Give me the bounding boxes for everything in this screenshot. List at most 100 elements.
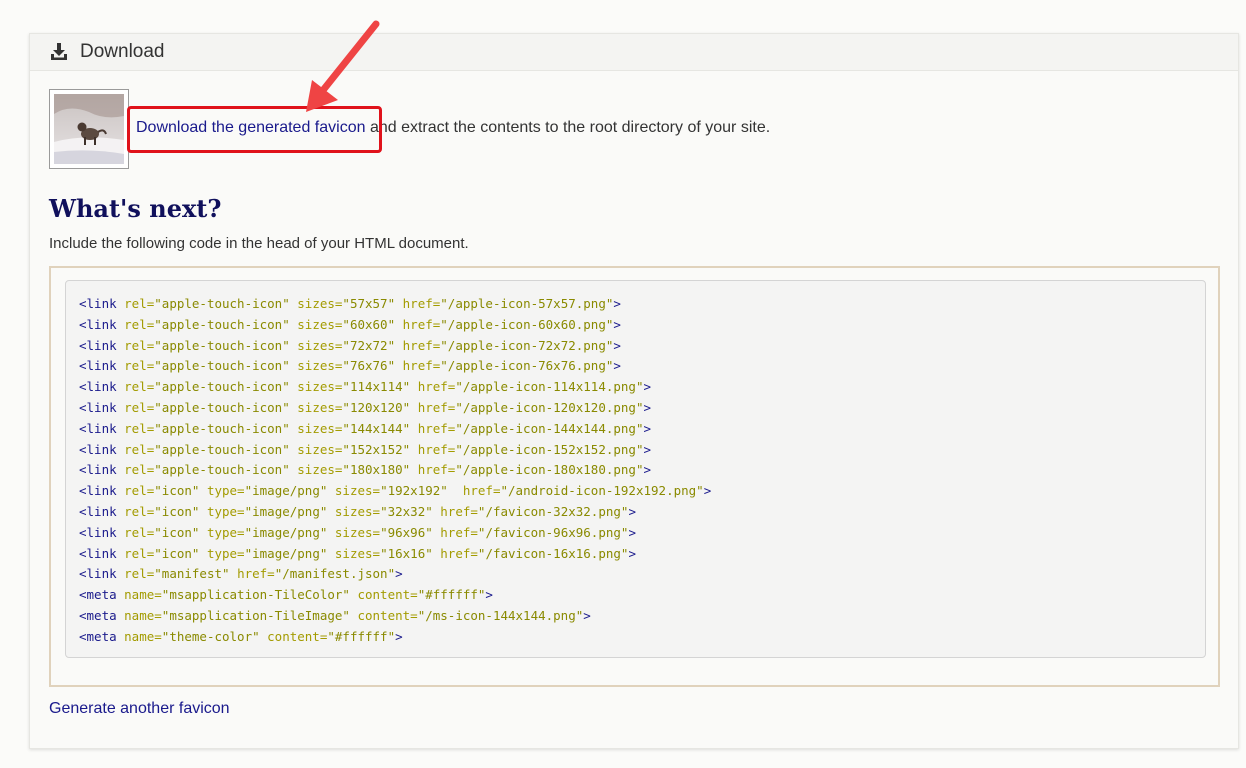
code-token: > — [643, 420, 652, 436]
code-token: > — [485, 587, 493, 603]
code-token: > — [583, 607, 591, 623]
code-token: sizes= — [297, 420, 343, 436]
code-token: rel= — [124, 441, 155, 457]
code-token: rel= — [124, 316, 155, 332]
panel-title: Download — [80, 41, 165, 62]
code-line: <link rel="apple-touch-icon" sizes="57x5… — [79, 294, 1205, 315]
code-token: "180x180" — [342, 462, 418, 478]
code-token: "/favicon-16x16.png" — [477, 545, 629, 561]
code-token: <meta — [79, 628, 125, 644]
code-token: "/android-icon-192x192.png" — [500, 483, 704, 499]
code-token: sizes= — [334, 503, 381, 519]
code-line: <link rel="icon" type="image/png" sizes=… — [79, 502, 1205, 523]
generate-another-link[interactable]: Generate another favicon — [49, 700, 230, 718]
code-token: href= — [402, 337, 441, 353]
code-token: > — [643, 441, 652, 457]
code-line: <link rel="apple-touch-icon" sizes="144x… — [79, 419, 1205, 440]
code-token: content= — [357, 587, 418, 603]
code-token: sizes= — [297, 399, 343, 415]
code-token: href= — [402, 358, 441, 374]
code-token: "/apple-icon-57x57.png" — [440, 296, 614, 311]
code-token: href= — [402, 296, 441, 311]
code-block[interactable]: <link rel="apple-touch-icon" sizes="57x5… — [65, 280, 1206, 658]
code-token: > — [643, 462, 652, 478]
code-token: rel= — [124, 399, 155, 415]
code-token: href= — [417, 379, 456, 395]
code-token: <link — [79, 420, 125, 436]
code-token: type= — [206, 483, 245, 499]
code-token: rel= — [124, 379, 155, 395]
code-token: sizes= — [334, 524, 381, 540]
code-token: href= — [417, 462, 456, 478]
code-token: "/apple-icon-72x72.png" — [440, 337, 614, 353]
code-token: <link — [79, 441, 125, 457]
code-token: "152x152" — [342, 441, 418, 457]
whats-next-heading: What's next? — [49, 194, 222, 223]
code-token: <link — [79, 337, 125, 353]
code-line: <meta name="msapplication-TileColor" con… — [79, 585, 1205, 606]
code-token: <meta — [79, 587, 125, 603]
code-token: "/apple-icon-180x180.png" — [455, 462, 644, 478]
code-token: "/apple-icon-60x60.png" — [440, 316, 614, 332]
code-token: > — [613, 337, 621, 353]
code-token: "apple-touch-icon" — [154, 296, 298, 311]
panel-header: Download — [30, 34, 1238, 71]
code-token: <link — [79, 358, 125, 374]
code-token: "/apple-icon-114x114.png" — [455, 379, 644, 395]
code-token: "/favicon-96x96.png" — [477, 524, 629, 540]
code-token: sizes= — [297, 316, 343, 332]
code-line: <link rel="apple-touch-icon" sizes="180x… — [79, 460, 1205, 481]
code-token: type= — [206, 503, 245, 519]
code-token: <link — [79, 379, 125, 395]
code-token: "192x192" — [380, 483, 463, 499]
code-token: "60x60" — [342, 316, 403, 332]
download-favicon-link[interactable]: Download the generated favicon — [136, 119, 366, 136]
code-token: <link — [79, 483, 125, 499]
code-container: <link rel="apple-touch-icon" sizes="57x5… — [49, 266, 1220, 687]
code-token: sizes= — [297, 358, 343, 374]
code-token: <link — [79, 503, 125, 519]
code-token: > — [703, 483, 712, 499]
code-token: href= — [237, 566, 275, 582]
code-token: <meta — [79, 607, 125, 623]
code-token: sizes= — [297, 379, 343, 395]
code-token: "image/png" — [244, 503, 335, 519]
code-token: "apple-touch-icon" — [154, 358, 298, 374]
code-line: <link rel="icon" type="image/png" sizes=… — [79, 523, 1205, 544]
code-token: "/apple-icon-76x76.png" — [440, 358, 614, 374]
code-token: "image/png" — [244, 545, 335, 561]
code-token: type= — [206, 545, 245, 561]
code-token: "72x72" — [342, 337, 403, 353]
code-token: "icon" — [154, 503, 207, 519]
code-token: "114x114" — [342, 379, 418, 395]
code-token: "/apple-icon-152x152.png" — [455, 441, 644, 457]
code-token: type= — [206, 524, 245, 540]
intro-rest-text: and extract the contents to the root dir… — [365, 119, 771, 136]
code-token: > — [643, 399, 652, 415]
favicon-preview-image — [49, 89, 129, 169]
code-line: <link rel="apple-touch-icon" sizes="72x7… — [79, 336, 1205, 357]
code-token: rel= — [124, 524, 155, 540]
code-token: href= — [417, 420, 456, 436]
code-token: "apple-touch-icon" — [154, 316, 298, 332]
code-token: href= — [440, 545, 478, 561]
intro-row: Download the generated favicon and extra… — [49, 89, 1199, 169]
code-token: href= — [417, 399, 456, 415]
code-token: "image/png" — [244, 524, 335, 540]
code-line: <link rel="icon" type="image/png" sizes=… — [79, 481, 1205, 502]
code-token: "120x120" — [342, 399, 418, 415]
code-line: <meta name="msapplication-TileImage" con… — [79, 606, 1205, 627]
code-token: rel= — [124, 483, 155, 499]
code-token: rel= — [124, 566, 155, 582]
code-token: "57x57" — [342, 296, 403, 311]
code-token: sizes= — [297, 462, 343, 478]
download-icon — [49, 42, 69, 62]
intro-text: Download the generated favicon and extra… — [136, 119, 770, 137]
code-token: > — [628, 545, 636, 561]
code-line: <meta name="theme-color" content="#fffff… — [79, 627, 1205, 648]
code-line: <link rel="apple-touch-icon" sizes="152x… — [79, 440, 1205, 461]
code-token: <link — [79, 524, 125, 540]
code-token: rel= — [124, 462, 155, 478]
code-token: rel= — [124, 420, 155, 436]
code-token: "/manifest.json" — [274, 566, 396, 582]
